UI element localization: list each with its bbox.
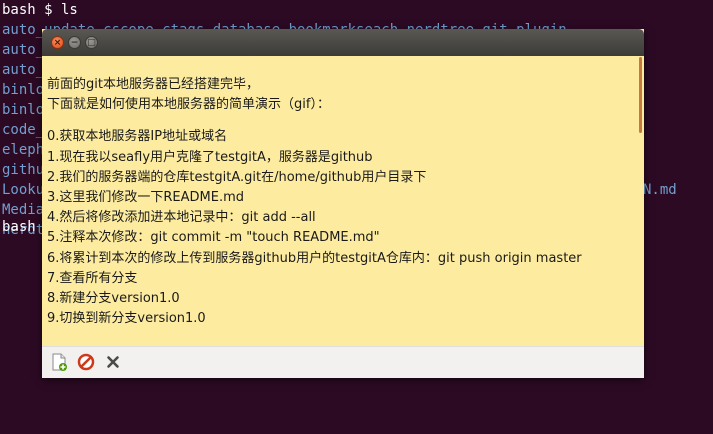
new-note-icon[interactable] (50, 353, 68, 371)
step-line: 6.将累计到本次的修改上传到服务器github用户的testgitA仓库内：gi… (47, 250, 582, 266)
step-line: 3.这里我们修改一下README.md (47, 189, 245, 205)
terminal-line-8: eleph (2, 142, 45, 158)
maximize-button[interactable]: □ (85, 36, 98, 49)
intro-line: 下面就是如何使用本地服务器的简单演示（gif）： (47, 97, 330, 113)
step-line: 5.注释本次修改：git commit -m "touch README.md" (47, 230, 380, 246)
note-toolbar (42, 346, 644, 378)
terminal-line-10: Looku (2, 182, 45, 198)
terminal-line-3: auto_ (2, 42, 45, 58)
terminal-line-6: binlo (2, 102, 45, 118)
step-line: 7.查看所有分支 (47, 270, 138, 286)
terminal-line-9: githu (2, 162, 45, 178)
step-line: 9.切换到新分支version1.0 (47, 311, 206, 327)
delete-icon[interactable] (104, 353, 122, 371)
minimize-button[interactable]: − (68, 36, 81, 49)
step-line: 4.然后将修改添加进本地记录中：git add --all (47, 210, 316, 226)
terminal-right-fragment: N.md (643, 182, 677, 198)
close-button[interactable]: × (51, 36, 64, 49)
no-entry-icon[interactable] (77, 353, 95, 371)
terminal-line-4: auto_ (2, 62, 45, 78)
scrollbar-thumb[interactable] (639, 57, 642, 133)
terminal-line-5: binlo (2, 82, 45, 98)
step-line: 0.获取本地服务器IP地址或域名 (47, 129, 228, 145)
note-content[interactable]: 前面的git本地服务器已经搭建完毕， 下面就是如何使用本地服务器的简单演示（gi… (47, 75, 632, 329)
terminal-line-7: code_ (2, 122, 45, 138)
terminal-line-1: bash $ ls (2, 2, 78, 18)
step-line: 8.新建分支version1.0 (47, 290, 180, 306)
sticky-note-window[interactable]: × − □ 前面的git本地服务器已经搭建完毕， 下面就是如何使用本地服务器的简… (42, 29, 644, 378)
window-titlebar[interactable]: × − □ (42, 29, 644, 56)
step-line: 2.我们的服务器端的仓库testgitA.git在/home/github用户目… (47, 169, 427, 185)
intro-line: 前面的git本地服务器已经搭建完毕， (47, 77, 259, 92)
step-line: 1.现在我以seafly用户克隆了testgitA，服务器是github (47, 149, 373, 165)
